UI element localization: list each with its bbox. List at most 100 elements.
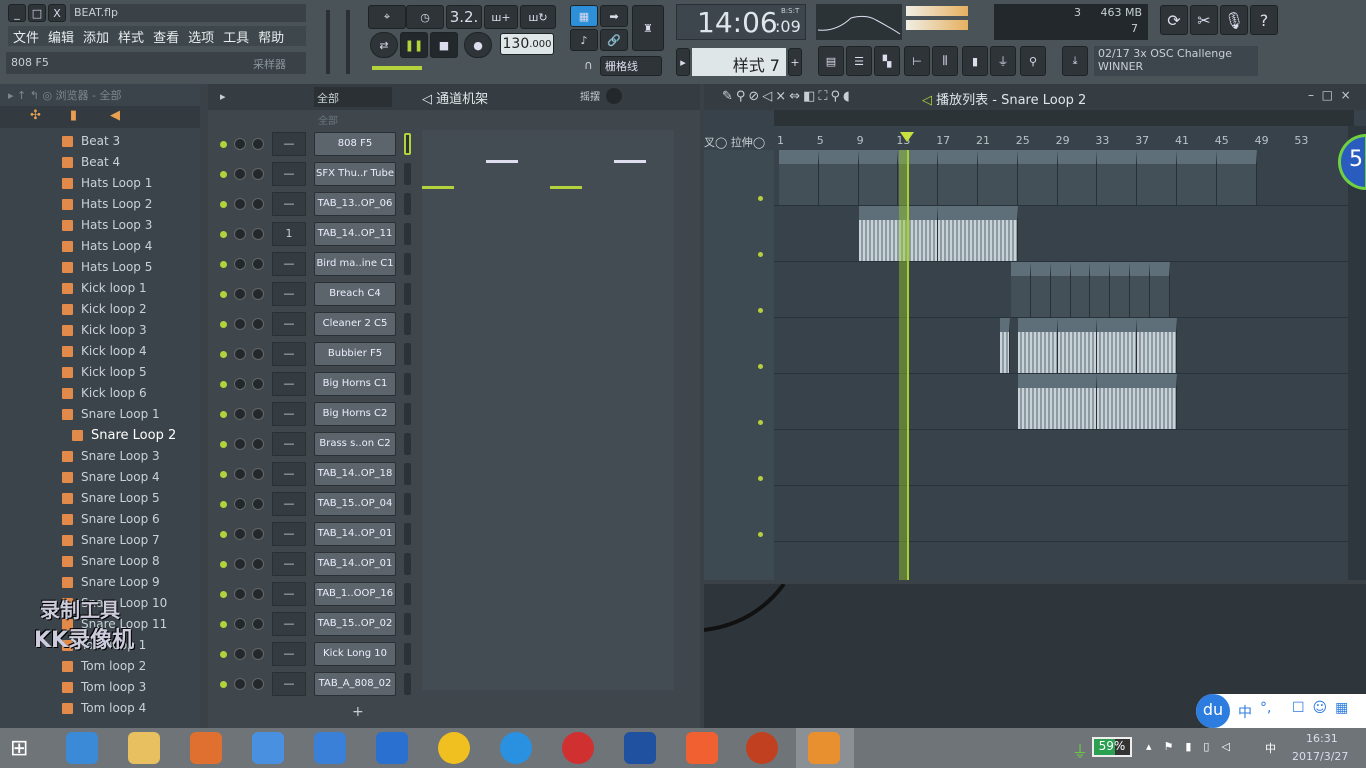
audio-clip[interactable]: ⊳ TAB_1.._15 #2 — [938, 206, 1018, 261]
bar-number[interactable]: 9 — [857, 134, 864, 147]
ime-punct[interactable]: °, — [1260, 700, 1271, 716]
channel-row[interactable]: — Breach C4 — [212, 281, 412, 307]
channel-mute-led[interactable] — [220, 471, 227, 478]
channel-pan-knob[interactable] — [234, 228, 246, 240]
pattern-clip[interactable]: ⊳ 样..4 — [779, 150, 819, 205]
channel-volume-knob[interactable] — [252, 468, 264, 480]
browser-item[interactable]: Snare Loop 9 — [62, 572, 160, 592]
loop-record-icon[interactable]: ш↻ — [520, 5, 556, 29]
audio-clip[interactable] — [999, 318, 1010, 373]
typing-keyboard-icon[interactable]: ▦ — [570, 5, 598, 27]
channel-mixer-track[interactable]: — — [272, 252, 306, 276]
channel-select[interactable] — [404, 553, 411, 575]
stop-button[interactable]: ■ — [430, 32, 458, 58]
channel-volume-knob[interactable] — [252, 228, 264, 240]
browser-item[interactable]: Kick loop 5 — [62, 362, 147, 382]
channel-pan-knob[interactable] — [234, 558, 246, 570]
channel-pan-knob[interactable] — [234, 258, 246, 270]
channel-mute-led[interactable] — [220, 411, 227, 418]
pattern-clip[interactable] — [1130, 262, 1151, 317]
tray-icons[interactable]: ▴⚑▮▯◁ — [1146, 740, 1242, 753]
wait-record-icon[interactable]: ◷ — [406, 5, 444, 29]
browser-item[interactable]: Snare Loop 7 — [62, 530, 160, 550]
fl-studio-task[interactable] — [796, 728, 854, 768]
toggle-labels[interactable]: 叉◯ 拉伸◯ — [704, 134, 765, 150]
menu-item[interactable]: 添加 — [83, 31, 109, 46]
project-info-icon[interactable]: ▮ — [962, 46, 988, 76]
channel-name-button[interactable]: Big Horns C1 — [314, 372, 396, 396]
channel-mute-led[interactable] — [220, 351, 227, 358]
plugin-icon[interactable]: ⏚ — [990, 46, 1016, 76]
channel-mute-led[interactable] — [220, 501, 227, 508]
channel-mixer-track[interactable]: — — [272, 162, 306, 186]
start-icon[interactable]: ⊞ — [10, 736, 28, 761]
audio-clip[interactable]: ⊳ TA..2 — [1097, 318, 1138, 373]
pattern-clip[interactable] — [1110, 262, 1131, 317]
store-icon[interactable] — [376, 732, 408, 764]
song-position-slider[interactable] — [372, 66, 422, 70]
bar-number[interactable]: 25 — [1016, 134, 1030, 147]
pattern-clip[interactable]: ⊳ 样..4 — [1137, 150, 1177, 205]
menu-item[interactable]: 编辑 — [48, 31, 74, 46]
bar-number[interactable]: 37 — [1135, 134, 1149, 147]
channel-select[interactable] — [404, 433, 411, 455]
ime-tools-icon[interactable]: ☐☺▦ — [1292, 700, 1356, 716]
master-volume-slider[interactable] — [326, 10, 330, 74]
channel-volume-knob[interactable] — [252, 138, 264, 150]
channel-select[interactable] — [404, 403, 411, 425]
channel-volume-knob[interactable] — [252, 168, 264, 180]
pattern-clip[interactable]: ⊳ 样..4 — [1017, 150, 1058, 205]
record-button[interactable]: ● — [464, 32, 492, 58]
channel-select[interactable] — [404, 193, 411, 215]
pattern-clip[interactable]: ⊳ 样..4 — [1057, 150, 1098, 205]
bar-number[interactable]: 1 — [777, 134, 784, 147]
channel-select[interactable] — [404, 583, 411, 605]
channel-select[interactable] — [404, 133, 411, 155]
channel-mixer-track[interactable]: — — [272, 582, 306, 606]
channel-name-button[interactable]: Breach C4 — [314, 282, 396, 306]
vertical-scrollbar[interactable] — [1348, 126, 1366, 580]
channel-select[interactable] — [404, 673, 411, 695]
bar-number[interactable]: 33 — [1095, 134, 1109, 147]
pattern-selector[interactable]: 样式 7 — [692, 48, 786, 76]
track-mute-led[interactable] — [756, 306, 765, 315]
channel-row[interactable]: — TAB_14..OP_01 — [212, 521, 412, 547]
bar-number[interactable]: 29 — [1056, 134, 1070, 147]
channel-row[interactable]: — TAB_14..OP_18 — [212, 461, 412, 487]
news-panel[interactable]: 02/17 3x OSC Challenge WINNER — [1094, 46, 1258, 76]
baidu-cloud-icon[interactable] — [314, 732, 346, 764]
menu-item[interactable]: 文件 — [13, 31, 39, 46]
channel-pan-knob[interactable] — [234, 648, 246, 660]
channel-select[interactable] — [404, 163, 411, 185]
channel-select[interactable] — [404, 613, 411, 635]
browser-item[interactable]: Kick loop 4 — [62, 341, 147, 361]
audio-clip[interactable]: ⊳ TA..2 — [1137, 318, 1177, 373]
ime-toolbar[interactable]: du 中 °, ☐☺▦ — [1196, 694, 1366, 728]
channel-volume-knob[interactable] — [252, 498, 264, 510]
channel-select[interactable] — [404, 523, 411, 545]
track-mute-led[interactable] — [756, 194, 765, 203]
track-mute-led[interactable] — [756, 530, 765, 539]
channel-name-button[interactable]: Kick Long 10 — [314, 642, 396, 666]
time-display[interactable]: 14:06 :09 B:S:T — [676, 4, 806, 40]
audio-clip[interactable]: ⊳ TAB_1..AL_01 — [1017, 374, 1098, 429]
bar-number[interactable]: 41 — [1175, 134, 1189, 147]
channel-volume-knob[interactable] — [252, 408, 264, 420]
pattern-clip[interactable]: ⊳ 样..4 — [1216, 150, 1257, 205]
note-icon[interactable]: ♪ — [570, 29, 598, 51]
track-mute-led[interactable] — [756, 418, 765, 427]
mixer-icon[interactable]: ⫼ — [932, 46, 958, 76]
pattern-song-toggle[interactable]: ⇄ — [370, 32, 398, 58]
channel-row[interactable]: — Brass s..on C2 — [212, 431, 412, 457]
browser-item[interactable]: Hats Loop 1 — [62, 173, 152, 193]
channel-mixer-track[interactable]: — — [272, 132, 306, 156]
browser-item[interactable]: Tom loop 4 — [62, 698, 146, 718]
snap-select[interactable]: 栅格线 — [600, 56, 662, 76]
browser-item[interactable]: Beat 4 — [62, 152, 120, 172]
channel-pan-knob[interactable] — [234, 618, 246, 630]
channel-name-button[interactable]: Cleaner 2 C5 — [314, 312, 396, 336]
menu-item[interactable]: 查看 — [153, 31, 179, 46]
playhead[interactable] — [899, 150, 910, 580]
browser-item[interactable]: Kick loop 3 — [62, 320, 147, 340]
channel-pan-knob[interactable] — [234, 438, 246, 450]
